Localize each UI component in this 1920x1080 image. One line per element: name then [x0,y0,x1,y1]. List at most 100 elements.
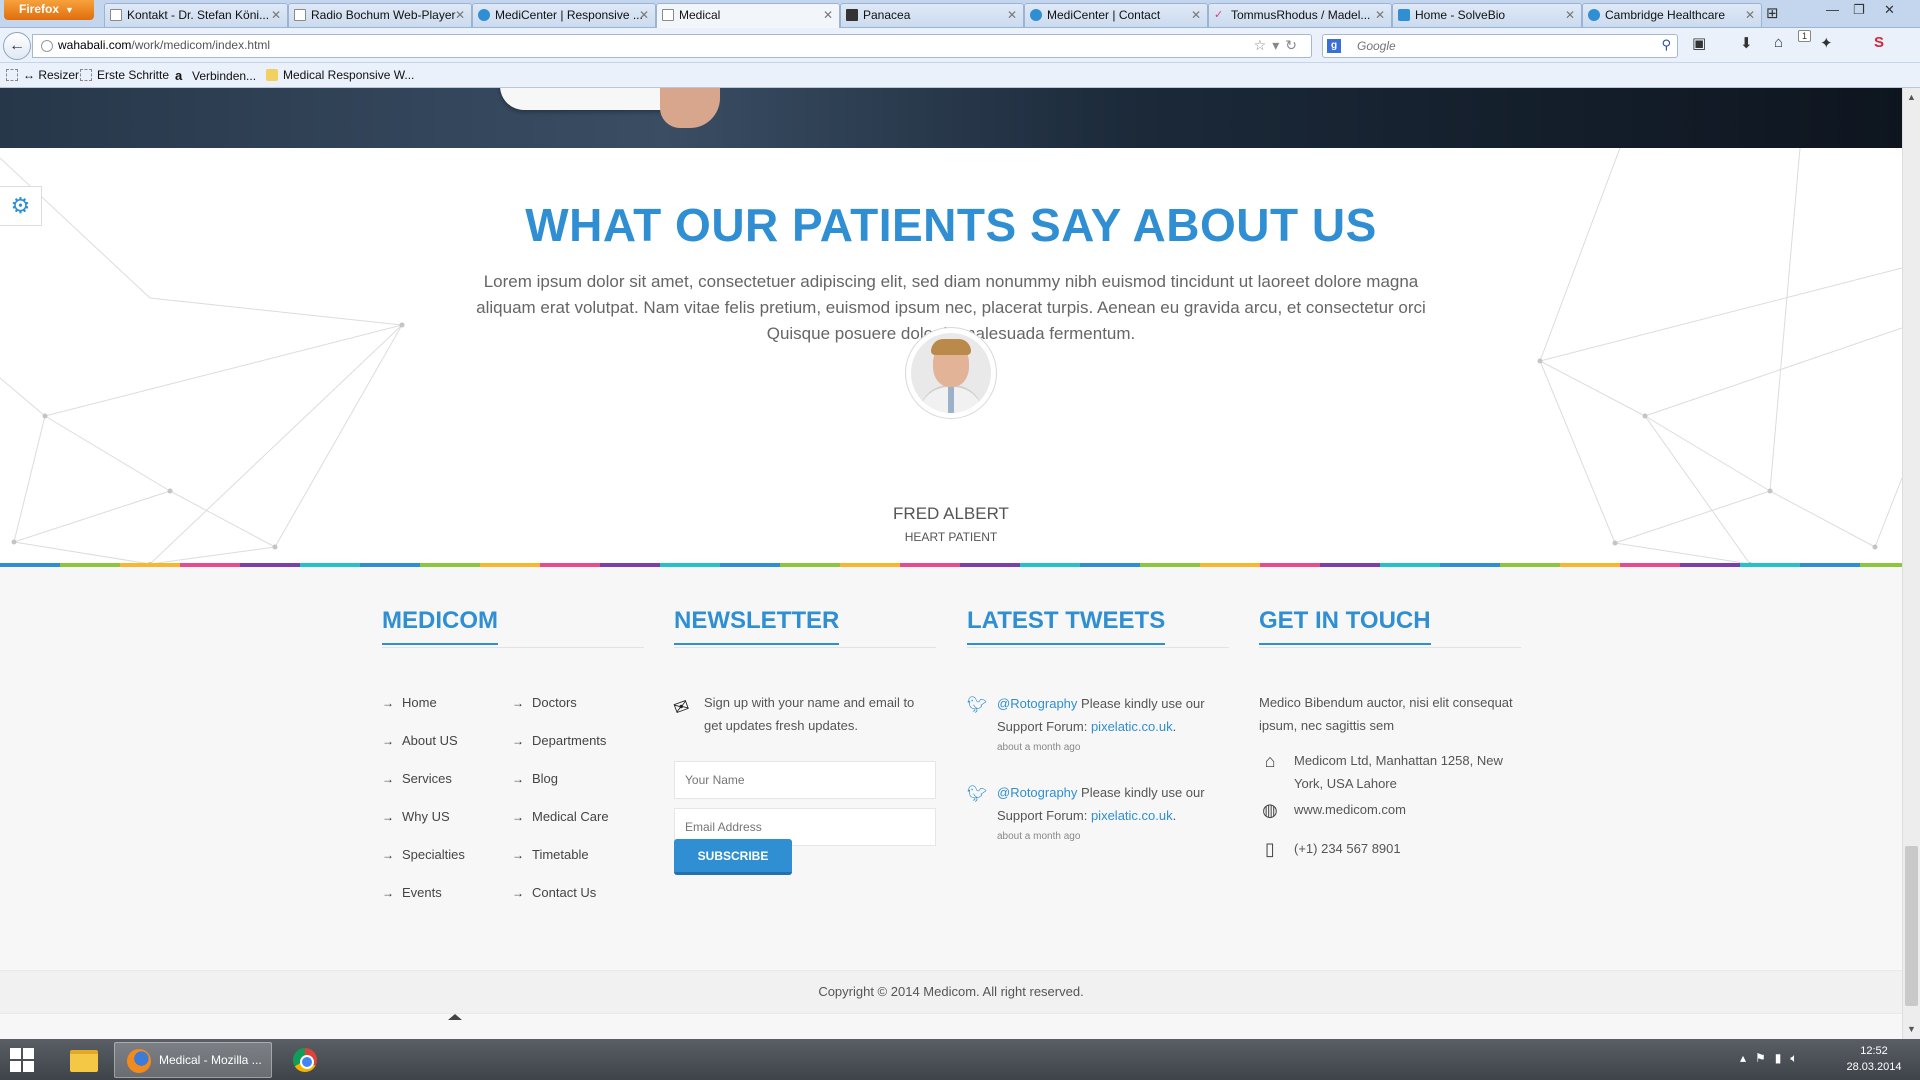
tweet-body: @Rotography Please kindly use our Suppor… [997,781,1227,845]
footer-link-label[interactable]: Events [402,885,442,900]
browser-tab[interactable]: Home - SolveBio ✕ [1392,3,1582,27]
footer-link-label[interactable]: Specialties [402,847,465,862]
footer-link-departments[interactable]: → Departments [512,733,609,771]
tweet-link[interactable]: pixelatic.co.uk [1091,808,1173,823]
footer-link-label[interactable]: About US [402,733,458,748]
footer-link-home[interactable]: → Home [382,695,465,733]
windows-start-button[interactable] [10,1048,34,1072]
notification-badge[interactable]: 1 [1798,30,1812,42]
footer-link-why-us[interactable]: → Why US [382,809,465,847]
taskbar-firefox-label: Medical - Mozilla ... [159,1053,262,1067]
search-icon[interactable]: ⚲ [1661,37,1671,53]
footer-link-services[interactable]: → Services [382,771,465,809]
browser-tab[interactable]: MediCenter | Responsive ... ✕ [472,3,656,27]
tab-close-icon[interactable]: ✕ [271,4,281,26]
url-history-dropdown-icon[interactable]: ▾ [1272,37,1285,53]
patient-avatar [905,327,997,419]
bookmark-item[interactable]: Medical Responsive W... [266,68,414,82]
tweet-handle-link[interactable]: @Rotography [997,696,1077,711]
newsletter-name-input[interactable] [674,761,936,799]
footer-link-label[interactable]: Services [402,771,452,786]
tab-close-icon[interactable]: ✕ [1191,4,1201,26]
footer-link-about[interactable]: → About US [382,733,465,771]
s-addon-icon[interactable]: S [1874,34,1884,51]
scroll-down-icon[interactable]: ▼ [1907,1024,1916,1034]
footer-link-contact[interactable]: → Contact Us [512,885,609,923]
home-icon[interactable]: ⌂ [1774,34,1783,51]
bookmark-item[interactable]: a Verbinden... [175,68,256,83]
tab-close-icon[interactable]: ✕ [455,4,465,26]
footer-link-label[interactable]: Why US [402,809,450,824]
tab-close-icon[interactable]: ✕ [1565,4,1575,26]
back-button[interactable]: ← [3,32,31,60]
bookmark-item[interactable]: Erste Schritte [80,68,169,82]
arrow-right-icon: → [512,734,524,748]
footer-link-blog[interactable]: → Blog [512,771,609,809]
browser-tab[interactable]: Cambridge Healthcare ✕ [1582,3,1762,27]
arrow-right-icon: → [382,886,394,900]
tray-expand-icon[interactable]: ▴ [1740,1051,1755,1065]
taskbar-firefox[interactable]: Medical - Mozilla ... [114,1042,272,1078]
footer-link-timetable[interactable]: → Timetable [512,847,609,885]
scroll-top-notch-icon[interactable] [448,1014,462,1020]
tab-close-icon[interactable]: ✕ [1745,4,1755,26]
scroll-up-icon[interactable]: ▲ [1907,92,1916,102]
footer-link-label[interactable]: Medical Care [532,809,609,824]
taskbar-explorer[interactable] [58,1042,108,1078]
network-signal-icon[interactable]: ▮ [1775,1051,1791,1065]
bookmark-item[interactable]: ↔ Resizer [6,68,79,82]
action-center-flag-icon[interactable]: ⚑ [1755,1051,1775,1065]
url-domain: wahabali.com [58,38,132,52]
close-window-icon[interactable]: ✕ [1884,0,1895,20]
tab-close-icon[interactable]: ✕ [823,4,833,26]
tab-label: MediCenter | Responsive ... [495,8,643,22]
footer-link-label[interactable]: Timetable [532,847,589,862]
contact-address-text: Medicom Ltd, Manhattan 1258, New York, U… [1294,753,1503,791]
addon-icon[interactable]: ✦ [1820,34,1833,52]
footer-link-events[interactable]: → Events [382,885,465,923]
medicenter-icon [1030,9,1042,21]
footer-link-specialties[interactable]: → Specialties [382,847,465,885]
footer-link-label[interactable]: Doctors [532,695,577,710]
tab-list-icon[interactable]: ⊞ [1766,4,1779,22]
twitter-bird-icon: 🐦︎ [967,697,988,714]
folder-icon [70,1050,98,1072]
browser-tab[interactable]: Panacea ✕ [840,3,1024,27]
firefox-menu-button[interactable]: Firefox ▼ [4,0,94,20]
subscribe-button[interactable]: SUBSCRIBE [674,839,792,875]
tweet-link[interactable]: pixelatic.co.uk [1091,719,1173,734]
clock-time: 12:52 [1860,1045,1888,1057]
search-input[interactable] [1357,37,1647,55]
footer-link-label[interactable]: Contact Us [532,885,596,900]
footer-link-medical-care[interactable]: → Medical Care [512,809,609,847]
contact-website-link[interactable]: www.medicom.com [1294,798,1531,821]
screenshot-tool-icon[interactable]: ▣ [1692,34,1706,52]
download-icon[interactable]: ⬇ [1740,34,1753,52]
tab-close-icon[interactable]: ✕ [639,4,649,26]
volume-icon[interactable]: 🔈︎ [1790,1051,1806,1065]
browser-tab-active[interactable]: Medical ✕ [656,3,840,28]
tab-close-icon[interactable]: ✕ [1375,4,1385,26]
reload-icon[interactable]: ↻ [1285,37,1303,53]
footer-link-label[interactable]: Home [402,695,437,710]
footer-contact-heading: GET IN TOUCH [1259,607,1431,645]
browser-tab[interactable]: MediCenter | Contact ✕ [1024,3,1208,27]
restore-icon[interactable]: ❐ [1853,0,1865,20]
url-bar[interactable]: wahabali.com/work/medicom/index.html ☆▾↻ [32,34,1312,58]
footer-link-label[interactable]: Blog [532,771,558,786]
footer-link-label[interactable]: Departments [532,733,606,748]
scrollbar-thumb[interactable] [1905,846,1918,1006]
google-engine-icon[interactable]: g [1327,39,1341,53]
browser-tab[interactable]: ✓ TommusRhodus / Madel... ✕ [1208,3,1392,27]
page-scrollbar[interactable]: ▲ ▼ [1902,88,1920,1039]
arrow-right-icon: → [382,734,394,748]
footer-link-doctors[interactable]: → Doctors [512,695,609,733]
bookmark-star-icon[interactable]: ☆ [1254,37,1273,53]
system-clock[interactable]: 12:52 28.03.2014 [1846,1043,1902,1075]
tweet-handle-link[interactable]: @Rotography [997,785,1077,800]
tab-close-icon[interactable]: ✕ [1007,4,1017,26]
minimize-icon[interactable]: — [1826,0,1839,20]
browser-tab[interactable]: Kontakt - Dr. Stefan Köni... ✕ [104,3,288,27]
taskbar-chrome[interactable] [280,1042,330,1078]
browser-tab[interactable]: Radio Bochum Web-Player ✕ [288,3,472,27]
